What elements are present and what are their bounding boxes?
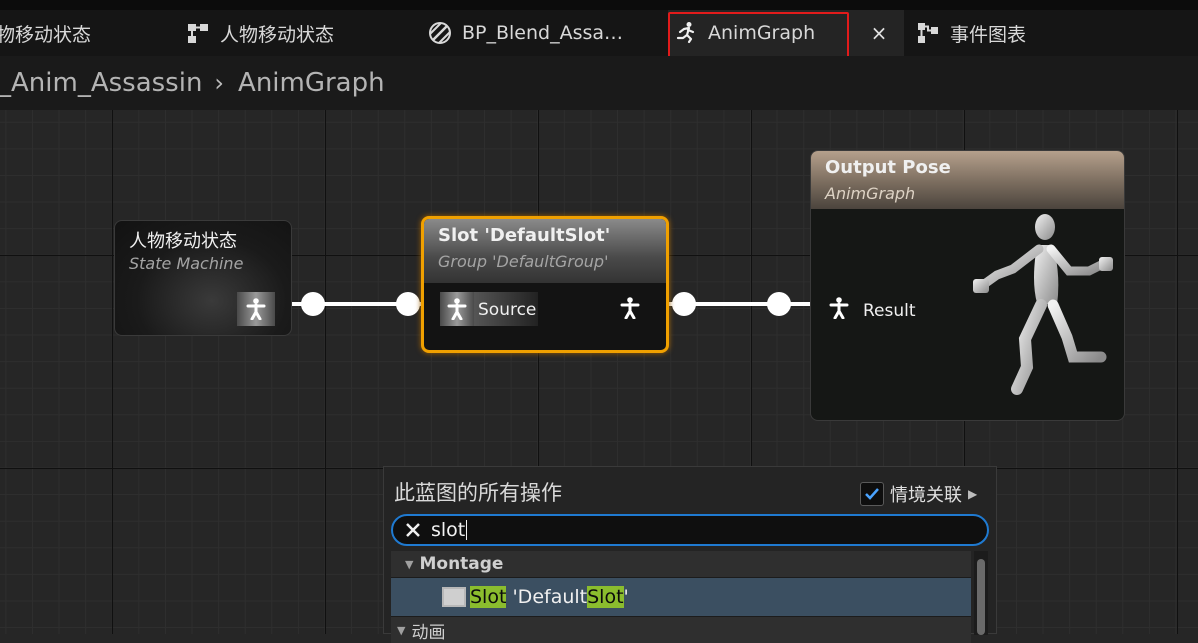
pose-pin-icon	[620, 297, 640, 320]
pose-output-pin[interactable]	[620, 297, 640, 323]
checkmark-icon	[865, 488, 879, 500]
pose-pin-icon	[246, 298, 266, 320]
item-text-part: 'Default	[506, 586, 588, 608]
wire-knot	[396, 292, 420, 316]
match-highlight: Slot	[470, 586, 507, 608]
output-pose-node[interactable]: Output Pose AnimGraph Result	[810, 150, 1125, 421]
search-input[interactable]: slot	[391, 514, 989, 546]
context-checkbox[interactable]	[860, 482, 884, 506]
slot-node-header: Slot 'DefaultSlot' Group 'DefaultGroup'	[424, 219, 666, 283]
pose-output-pin[interactable]	[237, 292, 275, 326]
result-pin-label: Result	[863, 301, 916, 321]
chevron-down-icon: ▼	[397, 623, 406, 637]
wire-knot	[672, 292, 696, 316]
item-text-part: '	[623, 586, 629, 608]
category-animation[interactable]: ▼ 动画	[391, 617, 971, 643]
state-machine-node[interactable]: 人物移动状态 State Machine	[114, 220, 292, 336]
node-subtitle: Group 'DefaultGroup'	[438, 252, 609, 271]
pose-pin-icon	[829, 297, 849, 320]
chevron-down-icon: ▼	[405, 557, 414, 571]
slot-node-icon	[442, 587, 466, 607]
result-input-pin[interactable]	[829, 297, 849, 323]
category-label: 动画	[411, 622, 446, 643]
node-title: 人物移动状态	[129, 231, 237, 252]
action-menu-title: 此蓝图的所有操作	[394, 481, 562, 505]
category-montage[interactable]: ▼ Montage	[391, 551, 971, 577]
wire-knot	[767, 292, 791, 316]
context-sensitive-toggle[interactable]: 情境关联 ▶	[860, 481, 977, 507]
list-item-slot-defaultslot[interactable]: Slot 'DefaultSlot'	[391, 578, 971, 616]
slot-node[interactable]: Slot 'DefaultSlot' Group 'DefaultGroup' …	[421, 216, 669, 353]
node-title: Slot 'DefaultSlot'	[438, 225, 611, 246]
search-value: slot	[431, 519, 466, 541]
text-caret	[466, 520, 468, 540]
scrollbar[interactable]	[974, 551, 988, 635]
output-node-header: Output Pose AnimGraph	[811, 151, 1124, 209]
match-highlight: Slot	[587, 586, 624, 608]
wire-knot	[301, 292, 325, 316]
context-label: 情境关联	[890, 485, 962, 506]
source-input-pin[interactable]	[440, 292, 474, 326]
mannequin-preview-image	[973, 214, 1113, 395]
chevron-right-icon[interactable]: ▶	[968, 487, 977, 501]
action-list: ▼ Montage Slot 'DefaultSlot' ▼ 动画	[391, 551, 971, 643]
scrollbar-thumb[interactable]	[977, 559, 985, 635]
category-label: Montage	[419, 554, 504, 574]
action-menu: 此蓝图的所有操作 情境关联 ▶ slot ▼ Montage Slot 'Def…	[383, 466, 997, 643]
source-pin-label: Source	[478, 300, 537, 320]
list-item-label: Slot 'DefaultSlot'	[470, 586, 629, 608]
clear-search-icon[interactable]	[403, 520, 423, 540]
pose-pin-icon	[447, 298, 467, 320]
node-subtitle: AnimGraph	[825, 184, 916, 203]
node-title: Output Pose	[825, 157, 951, 178]
